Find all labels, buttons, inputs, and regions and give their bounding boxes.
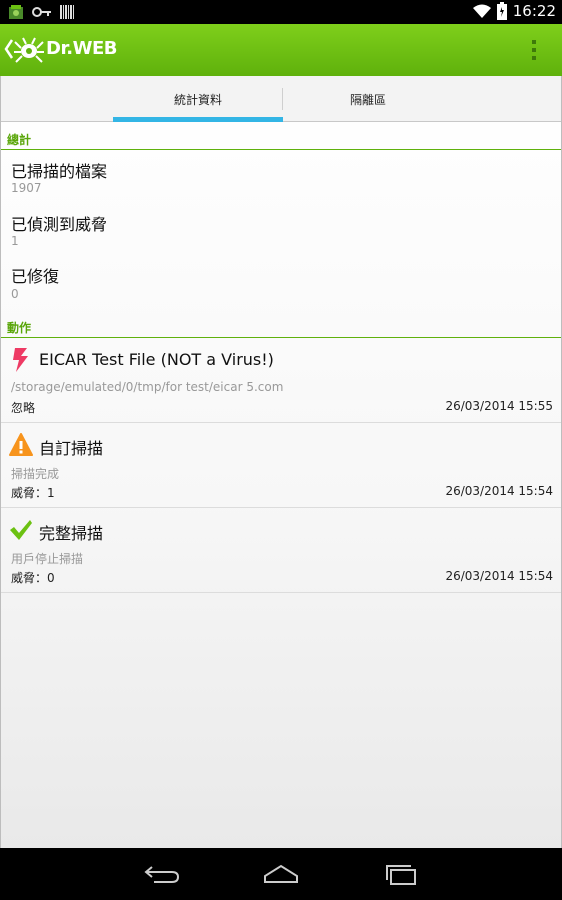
action-title: 自訂掃描 [39,439,104,458]
stat-threats-detected-label: 已偵測到威脅 [11,215,108,234]
clock: 16:22 [512,2,556,20]
action-subtitle: /storage/emulated/0/tmp/for test/eicar 5… [11,380,284,394]
action-status: 忽略 [11,401,36,415]
totals-header-label: 總計 [7,133,32,147]
action-bar: Dr.WEB [0,24,562,76]
content-area: 統計資料 隔離區 總計 已掃描的檔案 1907 已偵測到威脅 1 已修復 0 動… [0,76,562,848]
action-subtitle: 掃描完成 [11,467,60,481]
tab-selected-indicator [113,117,283,122]
warning-icon [9,433,33,456]
action-date: 26/03/2014 15:54 [445,484,553,498]
navigation-bar [0,848,562,900]
list-item[interactable]: 完整掃描 用戶停止掃描 威脅：0 26/03/2014 15:54 [1,508,561,593]
stat-threats-detected-value: 1 [11,234,19,248]
action-subtitle: 用戶停止掃描 [11,552,84,566]
action-date: 26/03/2014 15:54 [445,569,553,583]
battery-icon [496,2,507,20]
list-item[interactable]: 自訂掃描 掃描完成 威脅：1 26/03/2014 15:54 [1,423,561,508]
overflow-menu-icon[interactable] [528,38,540,62]
barcode-icon [60,5,74,19]
home-icon[interactable] [261,862,301,886]
action-status: 威脅：0 [11,571,55,585]
back-icon[interactable] [142,862,182,886]
drweb-spider-logo-icon[interactable] [14,36,44,64]
action-title: 完整掃描 [39,524,104,543]
action-date: 26/03/2014 15:55 [445,399,553,413]
key-icon [32,7,51,17]
stat-repaired-value: 0 [11,287,19,301]
recent-apps-icon[interactable] [381,862,421,886]
list-item[interactable]: EICAR Test File (NOT a Virus!) /storage/… [1,338,561,423]
stat-scanned-files-value: 1907 [11,181,42,195]
actions-header-label: 動作 [7,321,32,335]
actions-section-header: 動作 [1,314,561,338]
stat-repaired-label: 已修復 [11,267,60,286]
lightning-icon [13,348,28,372]
tab-bar: 統計資料 隔離區 [1,76,561,122]
action-status: 威脅：1 [11,486,55,500]
tab-statistics[interactable]: 統計資料 [113,76,283,122]
totals-section-header: 總計 [1,126,561,150]
checkmark-icon [10,520,32,540]
stat-scanned-files-label: 已掃描的檔案 [11,162,108,181]
tab-quarantine[interactable]: 隔離區 [283,76,453,122]
action-title: EICAR Test File (NOT a Virus!) [39,350,274,369]
wifi-icon [472,4,491,18]
app-title: Dr.WEB [46,38,117,59]
status-bar: 16:22 [0,0,562,24]
drweb-notification-icon [9,5,23,19]
up-navigation-icon[interactable] [4,38,14,60]
